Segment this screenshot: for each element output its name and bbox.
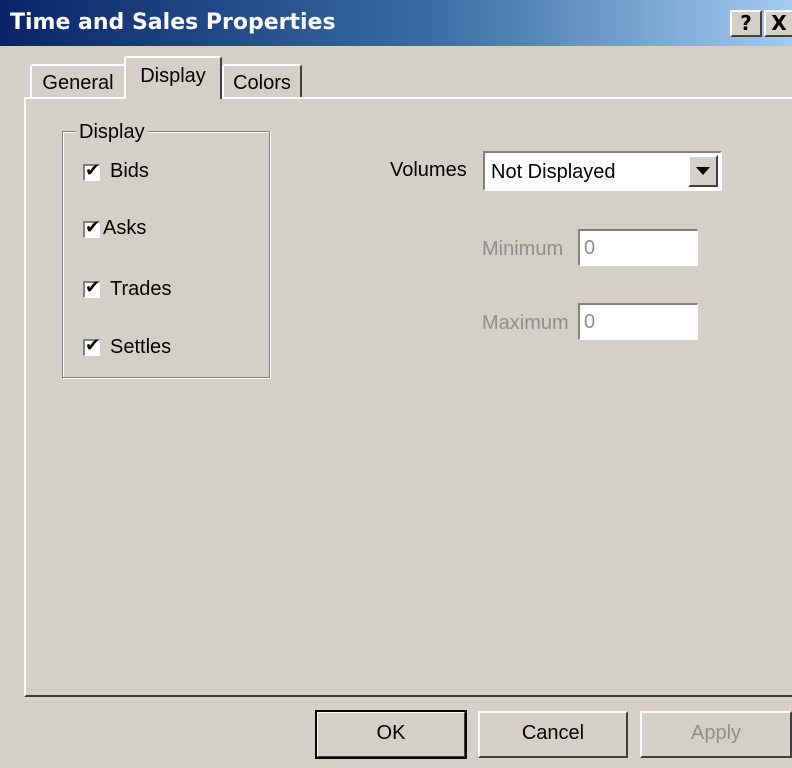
checkmark-icon: ✔ [85, 160, 101, 181]
trades-checkbox[interactable]: ✔ [83, 277, 101, 298]
tab-display[interactable]: Display [124, 56, 222, 99]
settles-checkbox-label[interactable]: Settles [110, 336, 171, 359]
properties-dialog: Time and Sales Properties ? X General Co… [0, 0, 792, 768]
chevron-down-icon [696, 167, 710, 175]
settles-checkbox[interactable]: ✔ [83, 335, 101, 356]
checkmark-icon: ✔ [85, 277, 101, 298]
dropdown-arrow-button[interactable] [688, 155, 718, 187]
cancel-button[interactable]: Cancel [478, 711, 628, 758]
volumes-label: Volumes [390, 159, 467, 181]
tab-colors[interactable]: Colors [222, 64, 302, 98]
volumes-select-value: Not Displayed [491, 161, 616, 183]
checkmark-icon: ✔ [85, 217, 101, 238]
help-button[interactable]: ? [730, 10, 762, 37]
maximum-label: Maximum [482, 312, 569, 334]
maximum-input[interactable]: 0 [578, 303, 698, 340]
title-bar[interactable]: Time and Sales Properties ? X [0, 0, 792, 46]
minimum-label: Minimum [482, 238, 564, 260]
bids-checkbox[interactable]: ✔ [83, 160, 101, 181]
checkmark-icon: ✔ [85, 335, 101, 356]
minimum-value: 0 [584, 237, 596, 259]
minimum-input[interactable]: 0 [578, 229, 698, 266]
volumes-select[interactable]: Not Displayed [483, 151, 722, 191]
trades-checkbox-label[interactable]: Trades [110, 278, 172, 301]
apply-button[interactable]: Apply [640, 711, 792, 758]
display-group-legend: Display [76, 121, 148, 144]
ok-button[interactable]: OK [315, 710, 467, 759]
asks-checkbox[interactable]: ✔ [83, 217, 101, 238]
maximum-value: 0 [584, 311, 596, 333]
tab-general[interactable]: General [30, 64, 126, 98]
bids-checkbox-label[interactable]: Bids [110, 160, 149, 183]
asks-checkbox-label[interactable]: Asks [103, 217, 146, 240]
window-title: Time and Sales Properties [10, 10, 336, 35]
close-button[interactable]: X [764, 10, 792, 37]
